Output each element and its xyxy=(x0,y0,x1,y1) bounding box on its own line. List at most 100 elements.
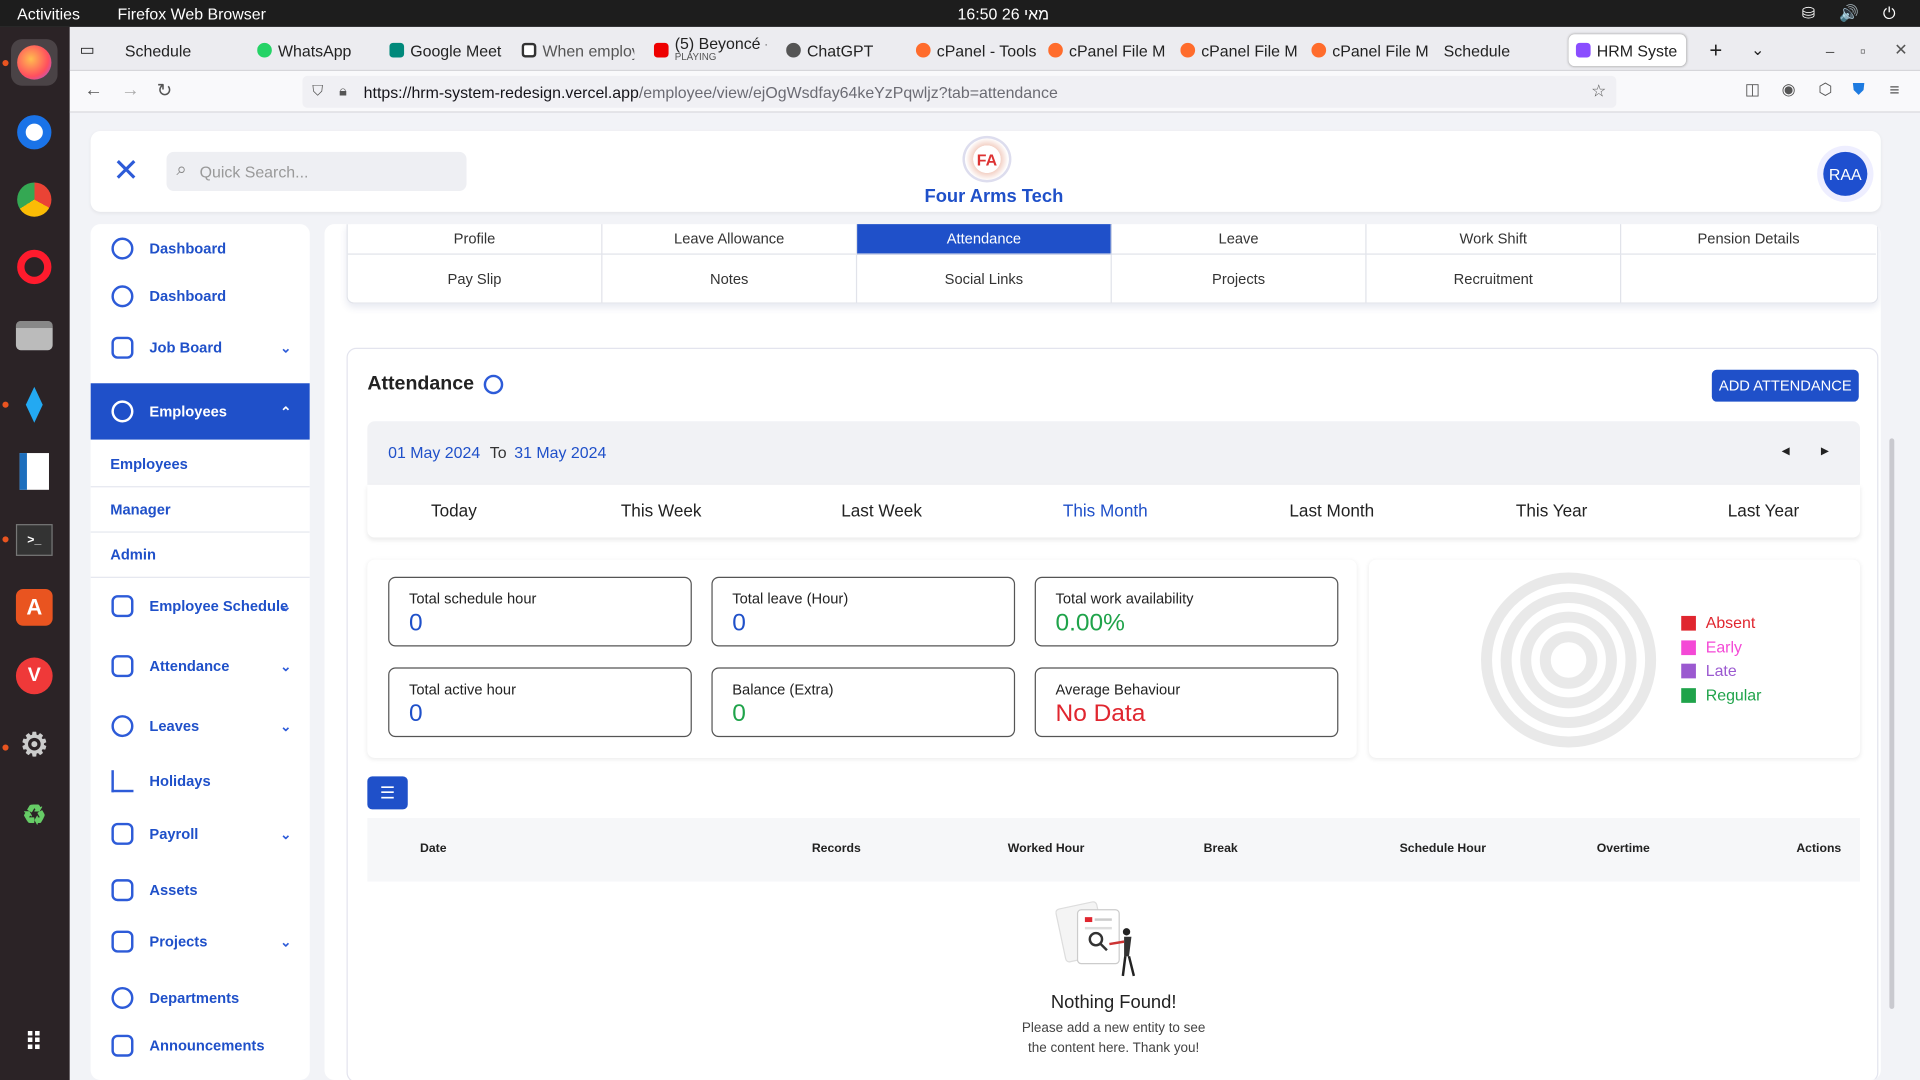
trash-icon[interactable]: ♻ xyxy=(11,792,58,839)
period-this-month[interactable]: This Month xyxy=(1063,501,1148,521)
user-avatar[interactable]: RAA xyxy=(1823,151,1868,196)
vscode-icon[interactable]: ⧫ xyxy=(11,380,58,427)
activities-button[interactable]: Activities xyxy=(17,5,80,23)
forward-icon[interactable]: → xyxy=(121,80,139,101)
sidebar-item-leaves[interactable]: Leaves ⌄ xyxy=(91,702,310,751)
sidebar-item-job-board[interactable]: Job Board ⌄ xyxy=(91,323,310,372)
company-logo[interactable]: FA xyxy=(962,135,1012,183)
tab-profile[interactable]: Profile xyxy=(347,224,603,255)
tab-recruitment[interactable]: Recruitment xyxy=(1367,254,1622,303)
app-center-icon[interactable]: A xyxy=(11,584,58,631)
new-tab-icon[interactable]: + xyxy=(1709,34,1722,66)
sidebar-item-dashboard-2[interactable]: Dashboard xyxy=(91,272,310,321)
calendar-icon xyxy=(111,655,134,678)
prev-arrow-icon[interactable]: ◂ xyxy=(1782,441,1790,461)
date-from[interactable]: 01 May 2024 xyxy=(388,443,480,461)
sidebar-item-holidays[interactable]: Holidays xyxy=(91,757,310,806)
extensions-icon[interactable]: ⬡ xyxy=(1818,80,1832,100)
chrome-icon[interactable] xyxy=(11,176,58,223)
vivaldi-icon[interactable]: V xyxy=(11,653,58,700)
chevron-up-icon: ⌃ xyxy=(280,404,292,420)
tab-overflow-icon[interactable]: ⌄ xyxy=(1751,34,1764,66)
maximize-icon[interactable]: ▫ xyxy=(1860,34,1866,66)
tab-work-shift[interactable]: Work Shift xyxy=(1366,224,1622,255)
filter-button[interactable]: ☰ xyxy=(367,776,408,810)
close-sidebar-icon[interactable]: ✕ xyxy=(113,154,140,186)
window-close-icon[interactable]: ✕ xyxy=(1894,34,1907,66)
tab-leave-allowance[interactable]: Leave Allowance xyxy=(602,224,858,255)
system-tray[interactable]: ⛁ 🔊 ⏻ xyxy=(1802,4,1906,24)
pocket-icon[interactable]: ◫ xyxy=(1745,80,1760,100)
firefox-icon[interactable] xyxy=(11,39,58,86)
sidebar-subitem-employees[interactable]: Employees xyxy=(110,456,188,473)
lock-icon[interactable]: 🔒︎ xyxy=(339,82,347,100)
period-this-year[interactable]: This Year xyxy=(1516,501,1587,521)
period-this-week[interactable]: This Week xyxy=(621,501,702,521)
minimize-icon[interactable]: – xyxy=(1826,34,1835,66)
reload-icon[interactable]: ↻ xyxy=(157,80,172,102)
tab-social-links[interactable]: Social Links xyxy=(857,254,1112,303)
tab-attendance[interactable]: Attendance xyxy=(857,224,1112,255)
cube-icon xyxy=(111,879,134,902)
add-attendance-button[interactable]: ADD ATTENDANCE xyxy=(1711,369,1859,402)
quick-search-input[interactable]: ⌕ Quick Search... xyxy=(166,151,467,192)
sidebar-item-employee-schedule[interactable]: Employee Schedule ⌄ xyxy=(91,582,310,631)
date-to[interactable]: 31 May 2024 xyxy=(514,443,606,461)
clock-icon xyxy=(111,715,134,738)
sidebar-item-attendance[interactable]: Attendance ⌄ xyxy=(91,642,310,691)
sidebar-item-employees[interactable]: Employees ⌃ xyxy=(90,383,310,440)
settings-icon[interactable]: ⚙ xyxy=(11,721,58,768)
sidebar-subitem-admin[interactable]: Admin xyxy=(110,546,156,563)
sidebar-subitem-manager[interactable]: Manager xyxy=(110,501,170,518)
attendance-chart-panel: Absent Early Late Regular xyxy=(1368,559,1861,758)
browser-tab[interactable]: cPanel File M xyxy=(1048,34,1164,66)
sidebar-item-assets[interactable]: Assets xyxy=(91,866,310,915)
browser-tab[interactable]: cPanel File M xyxy=(1311,34,1428,66)
browser-tab[interactable]: When employ xyxy=(521,34,634,66)
tab-notes[interactable]: Notes xyxy=(602,254,858,303)
browser-tab[interactable]: ChatGPT xyxy=(786,34,908,66)
app-grid-icon[interactable]: ⠿ xyxy=(11,1019,58,1066)
terminal-icon[interactable]: >_ xyxy=(11,517,58,564)
tab-pension-details[interactable]: Pension Details xyxy=(1621,224,1876,255)
chevron-down-icon: ⌄ xyxy=(280,659,292,675)
back-icon[interactable]: ← xyxy=(84,80,102,101)
period-last-year[interactable]: Last Year xyxy=(1728,501,1799,521)
browser-tab[interactable]: Google Meet xyxy=(389,34,511,66)
opera-icon[interactable] xyxy=(11,244,58,291)
chromium-icon[interactable] xyxy=(11,109,58,156)
tab-projects[interactable]: Projects xyxy=(1112,254,1367,303)
period-today[interactable]: Today xyxy=(431,501,477,521)
sidebar-item-payroll[interactable]: Payroll ⌄ xyxy=(91,809,310,858)
files-icon[interactable] xyxy=(11,312,58,359)
settings-gear-icon[interactable] xyxy=(483,374,504,395)
tab-leave[interactable]: Leave xyxy=(1111,224,1367,255)
browser-tab[interactable]: (5) Beyoncé - PLAYING xyxy=(653,34,767,66)
sidebar-item-announcements[interactable]: Announcements xyxy=(91,1021,310,1070)
browser-tab[interactable]: Schedule xyxy=(125,34,245,66)
page-scrollbar[interactable] xyxy=(1889,438,1895,1009)
menu-icon[interactable]: ≡ xyxy=(1889,80,1899,100)
period-last-month[interactable]: Last Month xyxy=(1289,501,1374,521)
bitwarden-icon[interactable]: ⛊ xyxy=(1853,80,1865,100)
attendance-title: Attendance xyxy=(367,373,475,395)
sidebar-item-departments[interactable]: Departments xyxy=(91,973,310,1022)
sidebar-item-projects[interactable]: Projects ⌄ xyxy=(91,917,310,966)
browser-tab-active[interactable]: HRM Syste✕ xyxy=(1568,34,1687,67)
bookmark-star-icon[interactable]: ☆ xyxy=(1591,81,1606,102)
browser-tab[interactable]: cPanel File M xyxy=(1180,34,1297,66)
period-last-week[interactable]: Last Week xyxy=(841,501,922,521)
account-icon[interactable]: ◉ xyxy=(1782,80,1796,100)
tab-list-icon[interactable]: ▭ xyxy=(80,34,95,66)
clock[interactable]: מאי 26 16:50 xyxy=(958,5,1050,23)
writer-icon[interactable] xyxy=(11,448,58,495)
url-text[interactable]: https://hrm-system-redesign.vercel.app/e… xyxy=(364,83,1058,101)
url-bar[interactable]: ⛉ 🔒︎ https://hrm-system-redesign.vercel.… xyxy=(302,75,1617,108)
tab-pay-slip[interactable]: Pay Slip xyxy=(348,254,603,303)
browser-tab[interactable]: cPanel - Tools xyxy=(915,34,1038,66)
next-arrow-icon[interactable]: ▸ xyxy=(1821,441,1829,461)
browser-tab[interactable]: WhatsApp xyxy=(257,34,379,66)
shield-icon[interactable]: ⛉ xyxy=(312,82,323,100)
sidebar-item-dashboard[interactable]: Dashboard xyxy=(91,224,310,273)
browser-tab[interactable]: Schedule xyxy=(1444,34,1560,66)
